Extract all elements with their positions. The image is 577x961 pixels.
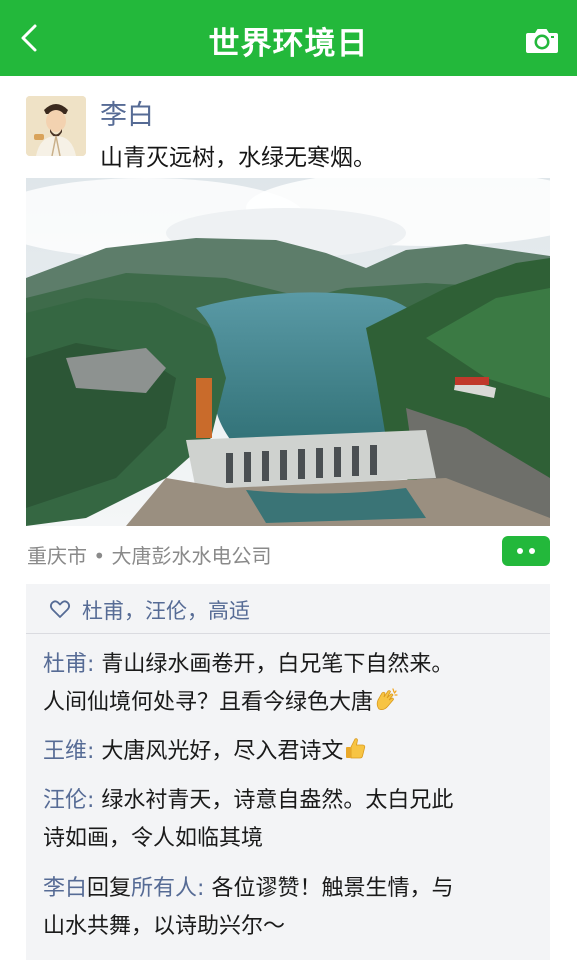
clapping-hands-icon — [373, 687, 399, 713]
reply-target-name[interactable]: 所有人 — [131, 876, 197, 901]
nav-bar: 世界环境日 — [0, 0, 577, 76]
comment-text: 大唐风光好，尽入君诗文 — [101, 739, 344, 764]
comment-text: 青山绿水画卷开，白兄笔下自然来。 — [101, 652, 454, 677]
comment-item[interactable]: 杜甫: 青山绿水画卷开，白兄笔下自然来。 人间仙境何处寻？且看今绿色大唐 — [43, 646, 543, 722]
dot-icon — [529, 548, 535, 554]
avatar[interactable] — [26, 96, 86, 156]
comment-text: 山水共舞，以诗助兴尔〜 — [43, 914, 286, 939]
comments-panel: 杜甫，汪伦，高适 杜甫: 青山绿水画卷开，白兄笔下自然来。 人间仙境何处寻？且看… — [26, 584, 550, 960]
reply-word: 回复 — [87, 876, 132, 901]
page-title: 世界环境日 — [208, 26, 369, 62]
post-location[interactable]: 重庆市 • 大唐彭水水电公司 — [27, 540, 272, 569]
liked-by-names[interactable]: 杜甫，汪伦，高适 — [82, 595, 250, 625]
post-text: 山青灭远树，水绿无寒烟。 — [100, 145, 376, 171]
more-actions-button[interactable] — [502, 536, 550, 566]
comment-text: 各位谬赞！触景生情，与 — [211, 876, 454, 901]
thumbs-up-icon — [343, 736, 369, 762]
comment-text: 绿水衬青天，诗意自盎然。太白兄此 — [101, 788, 454, 813]
dot-icon — [517, 548, 523, 554]
likes-row: 杜甫，汪伦，高适 — [26, 584, 550, 634]
author-name[interactable]: 李白 — [100, 93, 154, 132]
post-photo-dam-reservoir[interactable] — [26, 178, 550, 526]
commenter-name[interactable]: 王维 — [43, 739, 87, 764]
comment-text: 人间仙境何处寻？且看今绿色大唐 — [43, 690, 374, 715]
commenter-name[interactable]: 杜甫 — [43, 652, 87, 677]
comment-text: 诗如画，令人如临其境 — [43, 826, 264, 851]
camera-icon[interactable] — [525, 26, 559, 54]
heart-icon — [49, 598, 71, 620]
commenter-name[interactable]: 汪伦 — [43, 788, 87, 813]
comment-item[interactable]: 汪伦: 绿水衬青天，诗意自盎然。太白兄此 诗如画，令人如临其境 — [43, 782, 543, 858]
comment-item[interactable]: 李白回复所有人: 各位谬赞！触景生情，与 山水共舞，以诗助兴尔〜 — [43, 870, 543, 946]
commenter-name[interactable]: 李白 — [43, 876, 87, 901]
comment-item[interactable]: 王维: 大唐风光好，尽入君诗文 — [43, 733, 543, 771]
